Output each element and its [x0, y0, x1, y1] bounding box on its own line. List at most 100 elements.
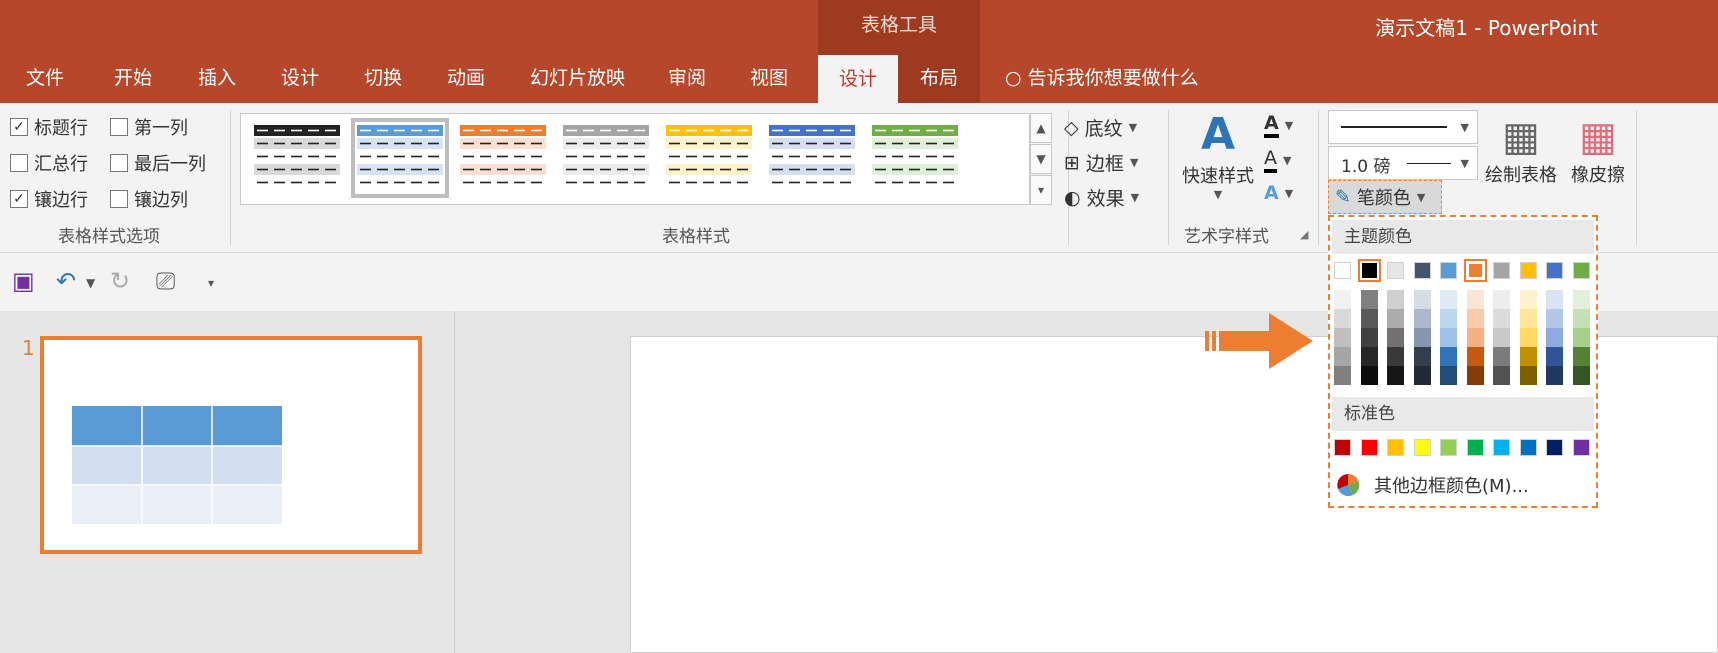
theme-shade-swatch[interactable] — [1360, 309, 1378, 328]
checkbox-first-column[interactable]: 第一列 — [110, 114, 188, 140]
theme-shade-swatch[interactable] — [1546, 366, 1563, 385]
table-style-2[interactable] — [351, 118, 449, 198]
theme-shade-swatch[interactable] — [1493, 328, 1510, 347]
theme-shade-swatch[interactable] — [1387, 347, 1404, 366]
pen-weight-select[interactable]: 1.0 磅 ▼ — [1328, 146, 1478, 180]
checkbox-total-row[interactable]: 汇总行 — [10, 150, 88, 176]
tab-home[interactable]: 开始 — [114, 63, 152, 90]
save-icon[interactable]: ▣ — [12, 267, 35, 295]
shading-button[interactable]: ◇ 底纹 ▼ — [1064, 114, 1137, 141]
theme-shade-swatch[interactable] — [1546, 290, 1563, 309]
theme-shade-swatch[interactable] — [1413, 347, 1431, 366]
theme-shade-swatch[interactable] — [1440, 328, 1457, 347]
standard-color-swatch[interactable] — [1334, 439, 1351, 456]
table-style-7[interactable] — [866, 118, 964, 198]
customize-qat-icon[interactable]: ▾ — [208, 276, 214, 290]
pen-style-select[interactable]: ▼ — [1328, 110, 1478, 144]
text-effects-button[interactable]: A ▼ — [1264, 182, 1293, 204]
standard-color-swatch[interactable] — [1466, 439, 1484, 456]
theme-shade-swatch[interactable] — [1466, 328, 1484, 347]
theme-shade-swatch[interactable] — [1360, 290, 1378, 309]
text-fill-button[interactable]: A ▼ — [1264, 112, 1293, 138]
standard-color-swatch[interactable] — [1440, 439, 1457, 456]
tab-layout[interactable]: 布局 — [920, 63, 958, 90]
theme-shade-swatch[interactable] — [1519, 366, 1537, 385]
theme-shade-swatch[interactable] — [1519, 309, 1537, 328]
gallery-expand[interactable]: ▾ — [1030, 175, 1052, 205]
tab-table-design[interactable]: 设计 — [818, 55, 898, 103]
theme-color-swatch[interactable] — [1334, 262, 1351, 279]
theme-shade-swatch[interactable] — [1466, 309, 1484, 328]
theme-shade-swatch[interactable] — [1334, 328, 1351, 347]
theme-color-swatch[interactable] — [1413, 262, 1431, 279]
checkbox-last-column[interactable]: 最后一列 — [110, 150, 206, 176]
theme-color-swatch[interactable] — [1463, 259, 1487, 282]
tab-design[interactable]: 设计 — [281, 63, 319, 90]
theme-shade-swatch[interactable] — [1334, 347, 1351, 366]
theme-shade-swatch[interactable] — [1466, 290, 1484, 309]
gallery-scroll-up[interactable]: ▲ — [1030, 113, 1052, 143]
checkbox-banded-rows[interactable]: ✓ 镶边行 — [10, 186, 88, 212]
standard-color-swatch[interactable] — [1360, 439, 1378, 456]
eraser-button[interactable]: ▦ 橡皮擦 — [1566, 113, 1630, 187]
theme-shade-swatch[interactable] — [1466, 347, 1484, 366]
tab-review[interactable]: 审阅 — [668, 63, 706, 90]
gallery-scroll-down[interactable]: ▼ — [1030, 144, 1052, 174]
theme-shade-swatch[interactable] — [1493, 309, 1510, 328]
theme-shade-swatch[interactable] — [1466, 366, 1484, 385]
theme-shade-swatch[interactable] — [1360, 347, 1378, 366]
tab-insert[interactable]: 插入 — [198, 63, 236, 90]
checkbox-banded-columns[interactable]: 镶边列 — [110, 186, 188, 212]
theme-shade-swatch[interactable] — [1387, 309, 1404, 328]
theme-shade-swatch[interactable] — [1440, 366, 1457, 385]
table-style-6[interactable] — [763, 118, 861, 198]
theme-shade-swatch[interactable] — [1334, 309, 1351, 328]
tab-animations[interactable]: 动画 — [447, 63, 485, 90]
theme-color-swatch[interactable] — [1357, 259, 1381, 282]
theme-color-swatch[interactable] — [1387, 262, 1404, 279]
theme-shade-swatch[interactable] — [1413, 328, 1431, 347]
effects-button[interactable]: ◐ 效果 ▼ — [1064, 184, 1139, 211]
theme-color-swatch[interactable] — [1519, 262, 1537, 279]
theme-shade-swatch[interactable] — [1440, 347, 1457, 366]
tab-view[interactable]: 视图 — [750, 63, 788, 90]
theme-shade-swatch[interactable] — [1572, 347, 1590, 366]
table-style-1[interactable] — [248, 118, 346, 198]
standard-color-swatch[interactable] — [1387, 439, 1404, 456]
theme-shade-swatch[interactable] — [1387, 290, 1404, 309]
theme-shade-swatch[interactable] — [1519, 290, 1537, 309]
standard-color-swatch[interactable] — [1546, 439, 1563, 456]
tell-me-box[interactable]: ○ 告诉我你想要做什么 — [1005, 63, 1199, 90]
theme-shade-swatch[interactable] — [1493, 347, 1510, 366]
tab-transitions[interactable]: 切换 — [364, 63, 402, 90]
theme-shade-swatch[interactable] — [1334, 366, 1351, 385]
theme-shade-swatch[interactable] — [1360, 366, 1378, 385]
theme-color-swatch[interactable] — [1546, 262, 1563, 279]
theme-shade-swatch[interactable] — [1519, 328, 1537, 347]
undo-icon[interactable]: ↶ — [56, 267, 76, 295]
theme-shade-swatch[interactable] — [1387, 366, 1404, 385]
table-style-3[interactable] — [454, 118, 552, 198]
theme-shade-swatch[interactable] — [1546, 328, 1563, 347]
chevron-down-icon[interactable]: ▼ — [86, 276, 95, 290]
theme-shade-swatch[interactable] — [1493, 366, 1510, 385]
theme-color-swatch[interactable] — [1440, 262, 1457, 279]
tab-slideshow[interactable]: 幻灯片放映 — [530, 63, 625, 90]
theme-shade-swatch[interactable] — [1413, 309, 1431, 328]
theme-shade-swatch[interactable] — [1572, 328, 1590, 347]
dialog-launcher-icon[interactable]: ◢ — [1300, 228, 1308, 241]
quick-styles-button[interactable]: A 快速样式 ▼ — [1178, 110, 1258, 202]
theme-shade-swatch[interactable] — [1572, 290, 1590, 309]
standard-color-swatch[interactable] — [1413, 439, 1431, 456]
standard-color-swatch[interactable] — [1572, 439, 1590, 456]
redo-icon[interactable]: ↻ — [110, 267, 130, 295]
present-icon[interactable]: ⎚ — [156, 267, 175, 295]
theme-shade-swatch[interactable] — [1546, 347, 1563, 366]
checkbox-header-row[interactable]: ✓ 标题行 — [10, 114, 88, 140]
theme-shade-swatch[interactable] — [1413, 366, 1431, 385]
theme-shade-swatch[interactable] — [1387, 328, 1404, 347]
borders-button[interactable]: ⊞ 边框 ▼ — [1064, 149, 1138, 176]
theme-shade-swatch[interactable] — [1413, 290, 1431, 309]
table-style-5[interactable] — [660, 118, 758, 198]
theme-color-swatch[interactable] — [1572, 262, 1590, 279]
